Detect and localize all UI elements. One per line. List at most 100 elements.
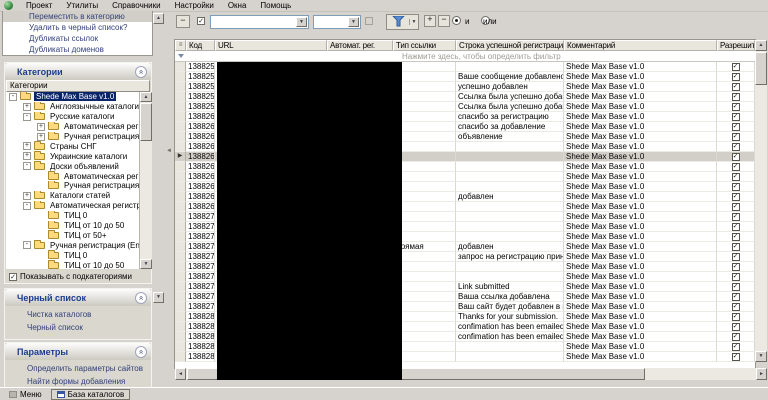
tree-scrollbar-thumb[interactable] [140,103,152,141]
collapse-icon[interactable]: - [23,201,31,210]
filter-row[interactable]: Нажмите здесь, чтобы определить фильтр [175,51,755,62]
column-header[interactable]: Строка успешной регистрации [456,40,564,51]
column-header[interactable]: Тип ссылки [393,40,456,51]
scroll-up-icon[interactable]: ▲ [140,92,152,102]
tree-item[interactable]: - Ручная регистрация (Eng-Rus) [6,240,139,250]
checkbox-checked-icon[interactable]: ✓ [731,72,740,81]
chevron-up-icon[interactable]: « [135,65,147,78]
checkbox-checked-icon[interactable]: ✓ [731,242,740,251]
table-vertical-scrollbar[interactable]: ▲ ▼ [755,40,767,362]
menubar-item[interactable]: Окна [221,0,254,11]
statusbar-tab[interactable]: База каталогов [50,388,131,400]
checkbox-checked-icon[interactable]: ✓ [731,172,740,181]
menubar-item[interactable]: Настройки [168,0,221,11]
checkbox-checked-icon[interactable]: ✓ [731,102,740,111]
collapse-icon[interactable]: - [23,241,31,250]
sidebar-link[interactable]: Определить параметры сайтов [5,360,151,373]
menubar-item[interactable]: Справочники [105,0,167,11]
tree-column-header[interactable]: Категории [6,80,150,92]
checkbox-checked-icon[interactable]: ✓ [731,182,740,191]
checkbox-checked-icon[interactable]: ✓ [731,192,740,201]
tree-item[interactable]: - Shede Max Base v1.0 [6,92,139,102]
add-filter-button[interactable]: + [424,15,436,27]
scroll-right-icon[interactable]: ► [756,368,767,380]
toolbar-checkbox[interactable]: ✓ [197,17,205,25]
checkbox-checked-icon[interactable]: ✓ [731,112,740,121]
checkbox-checked-icon[interactable]: ✓ [731,202,740,211]
expand-icon[interactable]: + [37,132,45,141]
menubar-item[interactable]: Помощь [253,0,298,11]
vertical-scrollbar-thumb[interactable] [755,52,767,85]
column-header[interactable]: URL [215,40,327,51]
tree-item[interactable]: + Ручная регистрация [6,131,139,142]
chevron-up-icon[interactable]: « [135,345,147,358]
context-menu-item[interactable]: Переместить в категорию [3,11,152,22]
expand-icon[interactable]: + [37,122,45,131]
column-header[interactable]: Разрешить [717,40,755,51]
expand-icon[interactable]: + [23,152,31,161]
params-panel-header[interactable]: Параметры « [5,343,151,360]
tree-item[interactable]: Ручная регистрация [6,181,139,191]
chevron-up-icon[interactable]: « [135,291,147,304]
checkbox-checked-icon[interactable]: ✓ [731,162,740,171]
expand-icon[interactable]: + [23,142,31,151]
statusbar-tab[interactable]: Меню [4,389,47,400]
context-menu-item[interactable]: Дубликаты ссылок [3,33,152,44]
chevron-down-icon[interactable]: ▼ [296,17,307,27]
tree-item[interactable]: - Автоматическая регистрация (Eng [6,200,139,211]
chevron-down-icon[interactable]: ▼ [348,17,359,27]
tree-item[interactable]: - Доски объявлений [6,161,139,171]
scroll-down-icon[interactable]: ▼ [755,351,767,362]
checkbox-checked-icon[interactable]: ✓ [731,122,740,131]
checkbox-checked-icon[interactable]: ✓ [731,92,740,101]
context-menu-item[interactable]: Удалить в черный список? [3,22,152,33]
checkbox-checked-icon[interactable]: ✓ [731,222,740,231]
checkbox-checked-icon[interactable]: ✓ [731,322,740,331]
sidebar-splitter[interactable]: ◄ [165,12,175,388]
checkbox-checked-icon[interactable]: ✓ [731,302,740,311]
tree-item[interactable]: + Страны СНГ [6,141,139,151]
tree-item[interactable]: Автоматическая регистрация [6,171,139,181]
checkbox-checked-icon[interactable]: ✓ [731,142,740,151]
checkbox-checked-icon[interactable]: ✓ [731,212,740,221]
checkbox-checked-icon[interactable]: ✓ [731,252,740,261]
checkbox-checked-icon[interactable]: ✓ [731,152,740,161]
checkbox-checked-icon[interactable]: ✓ [731,232,740,241]
checkbox-checked-icon[interactable]: ✓ [731,352,740,361]
tree-item[interactable]: ТИЦ от 10 до 50 [6,220,139,231]
checkbox-checked-icon[interactable]: ✓ [731,262,740,271]
filter-combobox-2[interactable]: ▼ [313,15,361,29]
menubar-item[interactable]: Проект [19,0,59,11]
column-header[interactable]: Код [186,40,215,51]
collapse-icon[interactable]: - [23,162,31,171]
checkbox-checked-icon[interactable]: ✓ [731,272,740,281]
checkbox-checked-icon[interactable]: ✓ [731,132,740,141]
categories-panel-header[interactable]: Категории « [5,63,151,80]
column-header[interactable]: Автомат. рег. [327,40,393,51]
tree-item[interactable]: ТИЦ 0 [6,210,139,221]
tree-item[interactable]: + Англоязычные каталоги [6,101,139,112]
tree-item[interactable]: + Каталоги статей [6,190,139,201]
expand-icon[interactable]: + [23,102,31,111]
checkbox-checked-icon[interactable]: ✓ [731,332,740,341]
show-subcategories-checkbox[interactable]: ✓ [9,272,17,281]
tree-item[interactable]: + Автоматическая регистрация [6,121,139,132]
filter-combobox-1[interactable]: ▼ [210,15,309,29]
expand-icon[interactable]: + [23,191,31,200]
checkbox-checked-icon[interactable]: ✓ [731,282,740,291]
filter-button[interactable]: ▼ [386,14,419,30]
checkbox-checked-icon[interactable]: ✓ [731,292,740,301]
sidebar-scroll-down-icon[interactable]: ▼ [153,292,164,303]
radio-and[interactable] [452,16,461,25]
collapse-icon[interactable]: - [9,92,17,101]
blacklist-panel-header[interactable]: Черный список « [5,289,151,306]
tree-item[interactable]: ТИЦ 0 [6,250,139,260]
sidebar-scroll-up-icon[interactable]: ▲ [153,13,164,24]
scroll-up-icon[interactable]: ▲ [755,40,767,51]
menubar-item[interactable]: Утилиты [59,0,105,11]
sidebar-link[interactable]: Чистка каталогов [5,306,151,319]
checkbox-checked-icon[interactable]: ✓ [731,62,740,71]
collapse-icon[interactable]: - [23,112,31,121]
checkbox-checked-icon[interactable]: ✓ [731,342,740,351]
scroll-down-icon[interactable]: ▼ [140,259,152,269]
